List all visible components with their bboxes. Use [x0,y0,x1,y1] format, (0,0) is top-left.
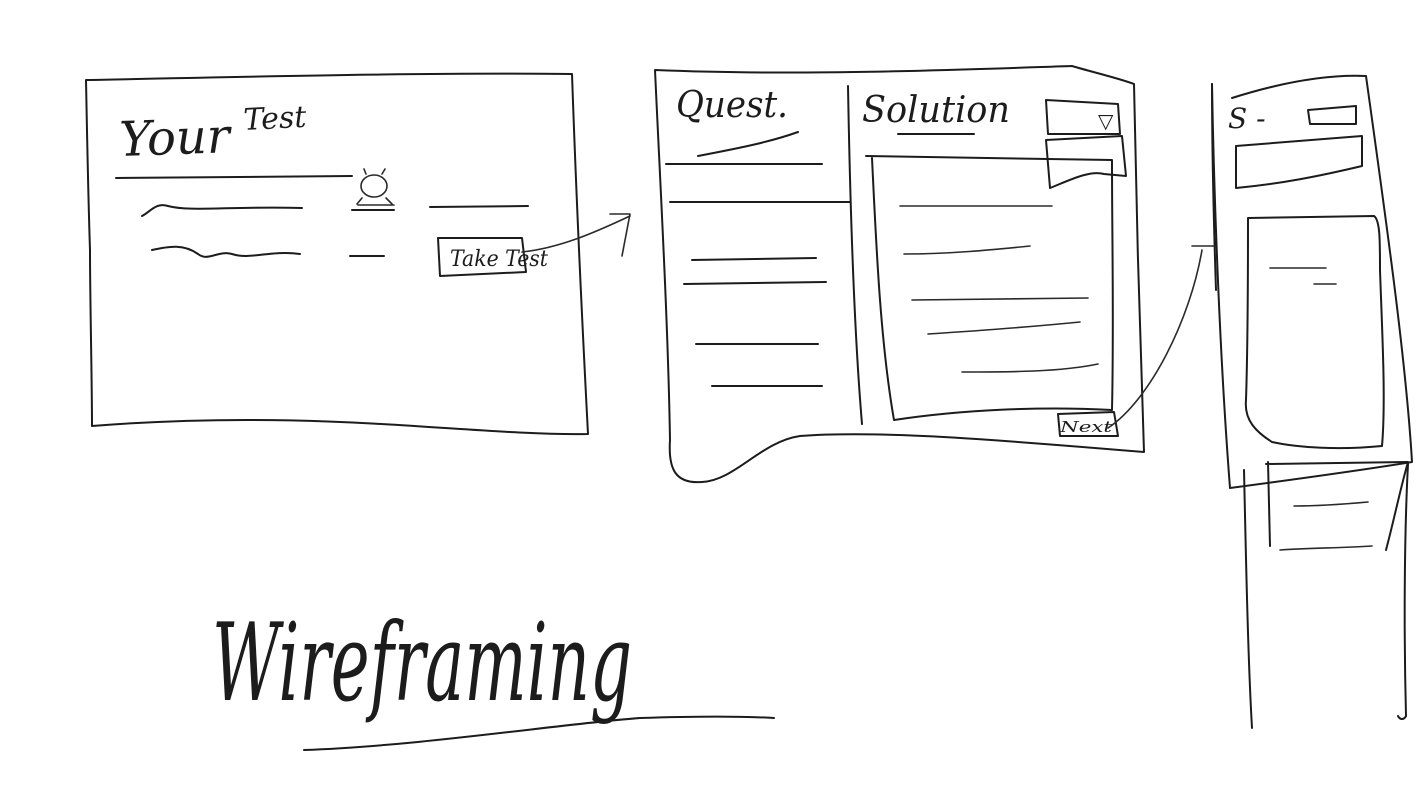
mobile-lower-frame [1243,469,1253,729]
answer-text-lines [899,205,1099,373]
flow-arrow-2 [1107,245,1215,429]
title-your: Your [118,108,233,168]
whiteboard-sketch: Your Test Take Test Quest. Solution ▽ Ne… [85,65,1413,751]
frame-mobile-left-edge [1211,83,1217,291]
take-test-button[interactable]: Take Test [437,237,548,277]
title-underline [115,175,353,179]
wireframe-your-test: Your Test Take Test [85,72,589,436]
answer-editor[interactable] [865,155,1114,421]
question-list [665,163,851,387]
title-test: Test [243,100,309,138]
heading-solution: Solution [862,90,1010,131]
row2-text-squiggle [151,245,301,258]
mobile-search-input[interactable] [1235,135,1363,189]
caption-text: Wireframing [212,601,632,726]
mobile-bottom-panel [1265,461,1409,551]
next-button[interactable]: Next [1057,411,1119,437]
chevron-down-icon: ▽ [1098,109,1114,133]
alarm-clock-icon [356,168,395,206]
svg-text:Next: Next [1059,418,1114,436]
caption-wireframing: Wireframing [212,601,775,751]
dropdown-menu-panel [1045,135,1127,189]
wireframe-mobile: S - [1211,74,1413,729]
mobile-bottom-text [1279,501,1373,551]
mobile-content-card[interactable] [1244,215,1385,450]
mobile-toggle[interactable] [1307,105,1357,125]
solution-dropdown[interactable]: ▽ [1045,99,1121,135]
heading-questions-underline [697,131,799,157]
flow-arrow-1 [521,213,631,257]
mobile-lower-frame-right [1397,463,1409,720]
frame-mobile [1211,74,1413,489]
heading-questions: Quest. [676,85,788,126]
question-item[interactable] [691,257,817,261]
row1-value [429,205,529,208]
column-divider [847,85,863,425]
row1-text-squiggle [141,204,303,217]
heading-mobile: S - [1228,102,1266,135]
question-item[interactable] [683,281,827,285]
mobile-card-text [1269,267,1337,285]
wireframe-question-solution: Quest. Solution ▽ Next [654,65,1145,484]
